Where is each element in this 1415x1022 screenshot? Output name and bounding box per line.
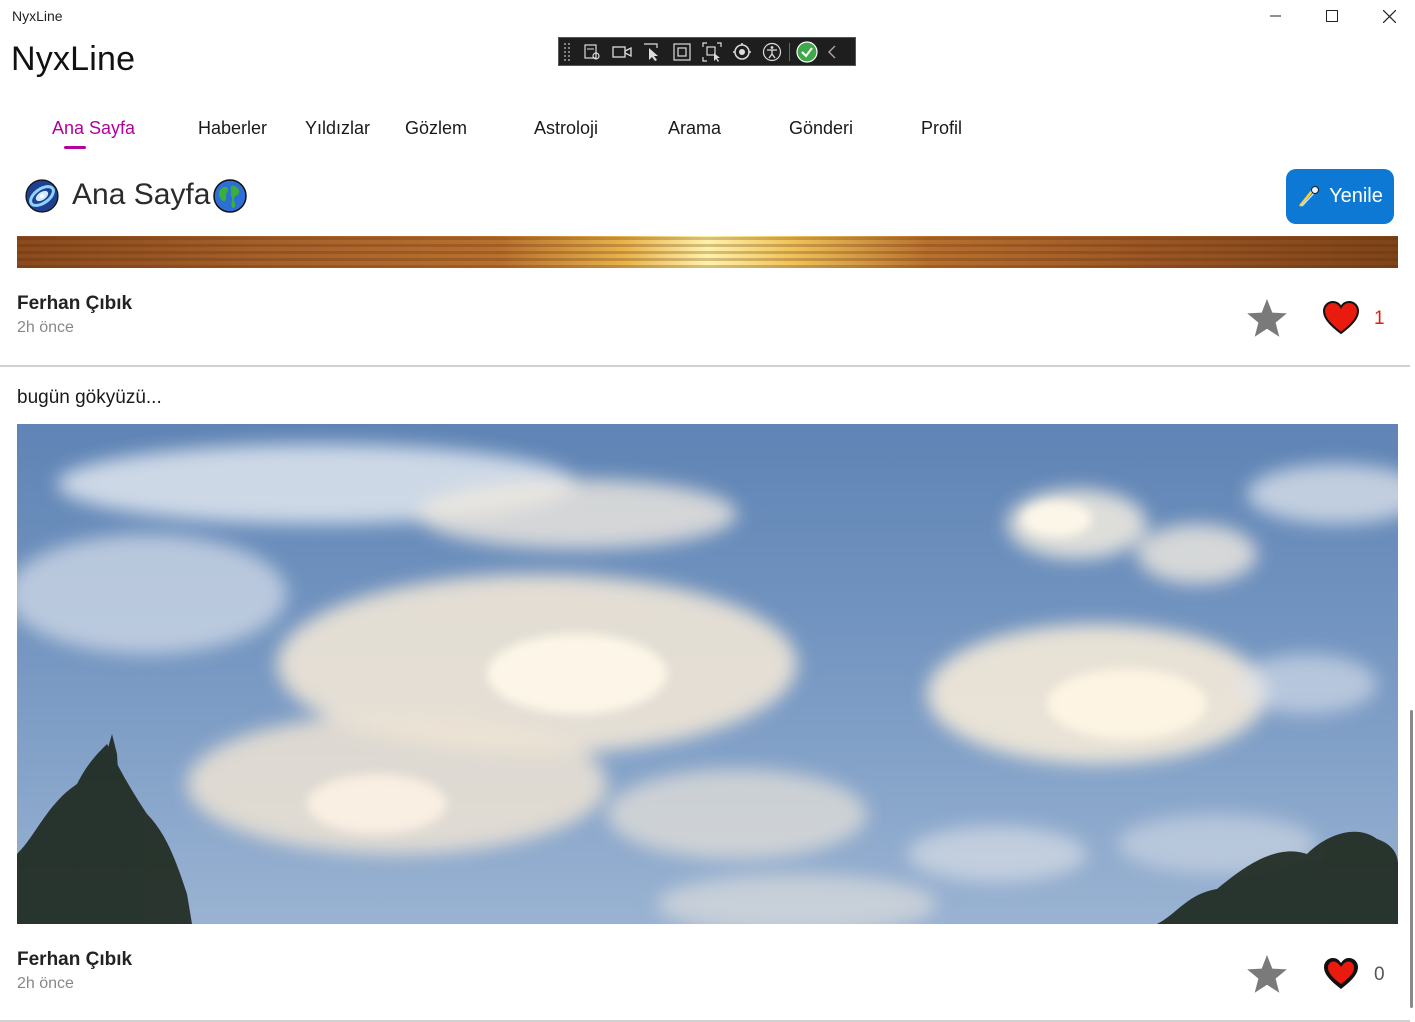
hot-reload-button[interactable] — [727, 38, 757, 65]
galaxy-icon — [25, 179, 59, 213]
window-title: NyxLine — [12, 8, 63, 24]
tab-gonderi[interactable]: Gönderi — [789, 118, 853, 139]
post-author[interactable]: Ferhan Çıbık — [17, 293, 132, 315]
drag-grip-icon[interactable] — [563, 41, 571, 62]
sky-clouds-image — [17, 444, 1398, 924]
adorner-icon — [673, 42, 691, 61]
close-button[interactable] — [1366, 0, 1412, 32]
title-bar: NyxLine — [0, 0, 1415, 32]
post-author[interactable]: Ferhan Çıbık — [17, 949, 132, 971]
check-circle-icon — [796, 40, 818, 63]
accessibility-icon — [762, 42, 782, 61]
maximize-button[interactable] — [1309, 0, 1355, 32]
visual-tree-icon — [584, 43, 600, 60]
feed-scrollbar[interactable] — [1408, 236, 1415, 1022]
post-divider — [0, 365, 1410, 367]
post-time: 2h önce — [17, 319, 74, 336]
track-focus-icon — [702, 41, 722, 62]
globe-icon — [213, 179, 247, 213]
tab-haberler[interactable]: Haberler — [198, 118, 267, 139]
post-feed[interactable]: Ferhan Çıbık 2h önce 1 bugün gökyüzü... — [0, 236, 1410, 1022]
favorite-star-icon[interactable] — [1246, 297, 1288, 339]
toolbar-separator — [789, 42, 790, 61]
post-image-sky[interactable] — [17, 424, 1398, 924]
tab-profil[interactable]: Profil — [921, 118, 962, 139]
page-header: Ana Sayfa Yenile — [0, 168, 1415, 224]
tab-gozlem[interactable]: Gözlem — [405, 118, 467, 139]
close-icon — [1382, 9, 1396, 23]
post-image-sunset[interactable] — [17, 236, 1398, 268]
refresh-button[interactable]: Yenile — [1286, 169, 1394, 224]
like-count: 0 — [1374, 964, 1385, 985]
live-visual-tree-button[interactable] — [577, 38, 607, 65]
video-camera-icon — [612, 45, 632, 58]
select-element-button[interactable] — [637, 38, 667, 65]
layout-adorners-button[interactable] — [667, 38, 697, 65]
post-time: 2h önce — [17, 975, 74, 992]
minimize-icon — [1270, 15, 1281, 17]
like-count: 1 — [1374, 308, 1385, 329]
chevron-left-icon — [828, 45, 836, 58]
active-tab-indicator — [64, 146, 86, 149]
like-heart-outline-icon[interactable] — [1322, 956, 1360, 992]
hot-reload-icon — [733, 42, 751, 60]
status-check-button[interactable] — [792, 38, 822, 65]
select-pointer-icon — [644, 42, 658, 61]
accessibility-button[interactable] — [757, 38, 787, 65]
page-title: Ana Sayfa — [72, 178, 211, 211]
tab-astroloji[interactable]: Astroloji — [534, 118, 598, 139]
favorite-star-icon[interactable] — [1246, 953, 1288, 995]
debug-toolbar — [558, 37, 856, 66]
tab-ana-sayfa[interactable]: Ana Sayfa — [52, 118, 135, 139]
post-caption: bugün gökyüzü... — [17, 387, 162, 408]
collapse-toolbar-button[interactable] — [822, 38, 842, 65]
refresh-label: Yenile — [1329, 185, 1383, 207]
maximize-icon — [1326, 10, 1338, 22]
app-title: NyxLine — [11, 40, 136, 78]
tab-arama[interactable]: Arama — [668, 118, 721, 139]
main-navigation: Ana Sayfa Haberler Yıldızlar Gözlem Astr… — [0, 112, 1000, 152]
comet-icon — [1299, 185, 1320, 207]
track-focus-button[interactable] — [697, 38, 727, 65]
scrollbar-thumb[interactable] — [1410, 710, 1413, 1008]
record-button[interactable] — [607, 38, 637, 65]
minimize-button[interactable] — [1253, 0, 1299, 32]
like-heart-icon[interactable] — [1322, 300, 1360, 336]
tab-yildizlar[interactable]: Yıldızlar — [305, 118, 370, 139]
